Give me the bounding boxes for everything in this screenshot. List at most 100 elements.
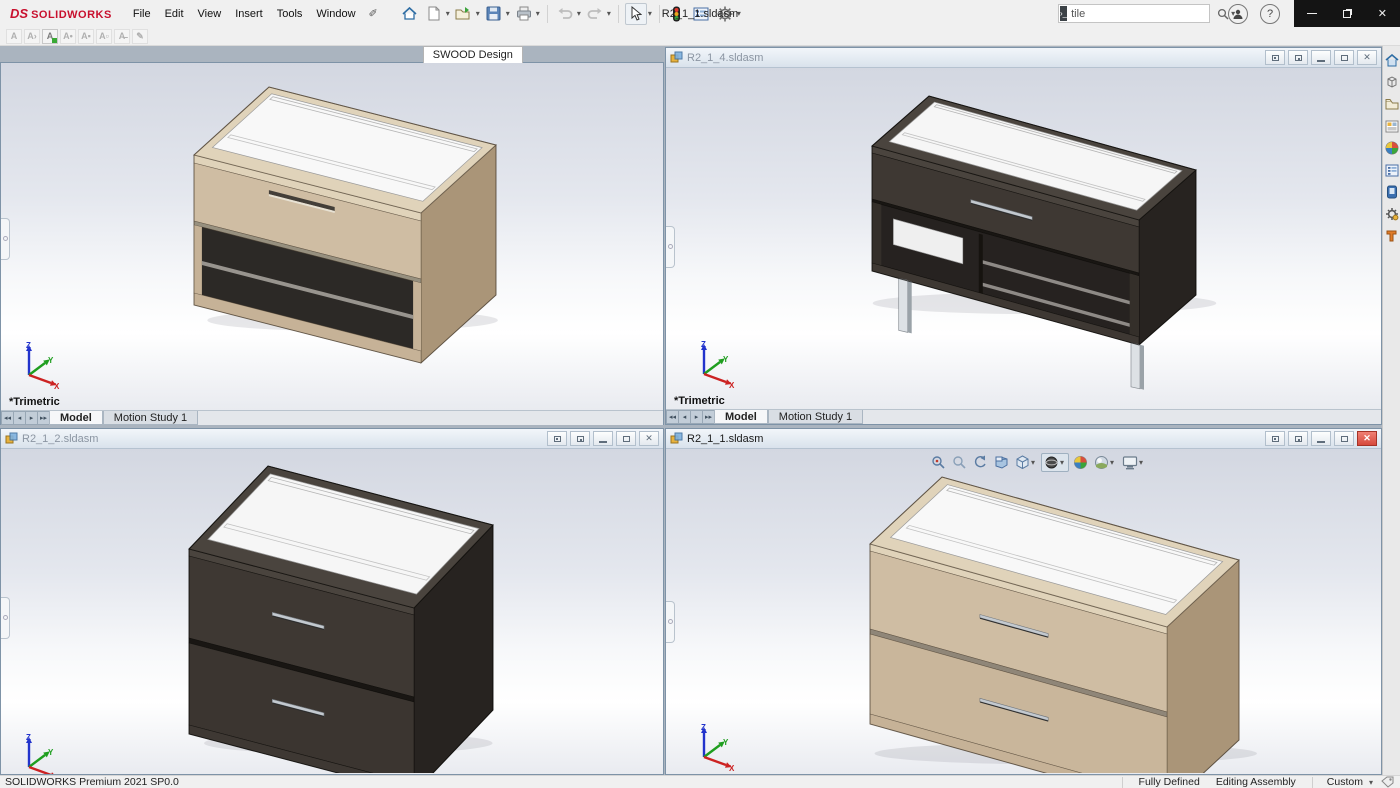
design-library-icon[interactable] [1384, 74, 1400, 90]
child-minimize-button[interactable] [1311, 431, 1331, 446]
menu-view[interactable]: View [191, 4, 229, 24]
resources-home-icon[interactable] [1384, 52, 1400, 68]
zoom-to-fit-icon[interactable] [929, 454, 948, 471]
view-settings-icon[interactable]: ▾ [1120, 454, 1147, 471]
display-style-icon[interactable]: ▾ [1041, 453, 1069, 472]
print-icon[interactable] [513, 3, 535, 25]
orientation-triad: ZYX [17, 339, 65, 389]
status-bar: SOLIDWORKS Premium 2021 SP0.0 Fully Defi… [0, 775, 1400, 788]
select-arrow-icon[interactable] [625, 3, 647, 25]
close-button[interactable]: ✕ [1365, 0, 1400, 27]
window-titlebar-r2-1-4[interactable]: R2_1_4.sldasm ✕ [666, 48, 1381, 68]
save-caret-icon[interactable]: ▾ [506, 9, 510, 18]
help-icon[interactable]: ? [1260, 4, 1280, 24]
orientation-triad: ZYX [17, 731, 65, 774]
rebuild-traffic-light-icon[interactable] [666, 3, 688, 25]
view-palette-icon[interactable] [1384, 118, 1400, 134]
display-style-caret-icon[interactable]: ▾ [1060, 458, 1064, 467]
child-restore-button[interactable] [1334, 50, 1354, 65]
feature-pane-splitter[interactable] [666, 226, 675, 268]
file-explorer-icon[interactable] [1384, 96, 1400, 112]
menu-tools[interactable]: Tools [270, 4, 310, 24]
graphics-area-top-left[interactable]: ZYX *Trimetric [1, 63, 663, 410]
view-settings-caret-icon[interactable]: ▾ [1139, 458, 1143, 467]
motion-study-tab[interactable]: Motion Study 1 [103, 411, 198, 425]
tile-button[interactable] [1288, 431, 1308, 446]
new-document-caret-icon[interactable]: ▾ [446, 9, 450, 18]
tab-swood-design[interactable]: SWOOD Design [423, 46, 523, 63]
child-close-button[interactable]: ✕ [1357, 50, 1377, 65]
newwindow-button[interactable] [1265, 50, 1285, 65]
search-command-icon: ›_ [1060, 6, 1067, 21]
feature-pane-splitter[interactable] [1, 218, 10, 260]
restore-button[interactable] [1329, 0, 1364, 27]
view-orientation-icon[interactable]: ▾ [1013, 454, 1039, 471]
viewport-window-bottom-left: R2_1_2.sldasm ✕ ZYX [0, 428, 664, 775]
newwindow-button[interactable] [547, 431, 567, 446]
apply-scene-caret-icon[interactable]: ▾ [1110, 458, 1114, 467]
view-orientation-caret-icon[interactable]: ▾ [1031, 458, 1035, 467]
apply-scene-icon[interactable]: ▾ [1092, 454, 1118, 471]
section-view-icon[interactable] [992, 454, 1011, 471]
menu-edit[interactable]: Edit [158, 4, 191, 24]
previous-view-icon[interactable] [971, 454, 990, 471]
save-icon[interactable] [483, 3, 505, 25]
newwindow-button[interactable] [1265, 431, 1285, 446]
child-restore-button[interactable] [616, 431, 636, 446]
print-caret-icon[interactable]: ▾ [536, 9, 540, 18]
child-close-button[interactable]: ✕ [639, 431, 659, 446]
open-icon[interactable] [453, 3, 475, 25]
redo-icon[interactable] [584, 3, 606, 25]
swood-settings-icon[interactable] [1384, 206, 1400, 222]
graphics-area-top-right[interactable]: ZYX *Trimetric [666, 68, 1381, 409]
select-caret-icon[interactable]: ▾ [648, 9, 652, 18]
zoom-to-area-icon[interactable] [950, 454, 969, 471]
child-minimize-button[interactable] [593, 431, 613, 446]
search-input[interactable] [1067, 8, 1217, 20]
tag-icon[interactable] [1381, 776, 1394, 788]
pin-menu-icon[interactable]: ✐ [369, 7, 378, 20]
solidworks-logo: DS SOLIDWORKS [10, 6, 112, 21]
user-account-icon[interactable] [1228, 4, 1248, 24]
assembly-doc-icon [5, 432, 18, 445]
window-title: R2_1_2.sldasm [22, 433, 98, 445]
open-caret-icon[interactable]: ▾ [476, 9, 480, 18]
swood-tools-icon[interactable] [1384, 228, 1400, 244]
toolbar-separator [659, 5, 660, 23]
options-caret-icon[interactable]: ▾ [737, 9, 741, 18]
tile-button[interactable] [570, 431, 590, 446]
custom-properties-icon[interactable] [1384, 162, 1400, 178]
motion-study-tab[interactable]: Motion Study 1 [768, 410, 863, 424]
mdi-area: ZYX *Trimetric ◂◂ ◂ ▸ ▸▸ Model Motion St… [0, 46, 1382, 775]
evaluate-list-icon[interactable] [690, 3, 712, 25]
tile-button[interactable] [1288, 50, 1308, 65]
menu-window[interactable]: Window [309, 4, 362, 24]
feature-pane-splitter[interactable] [1, 597, 10, 639]
svg-text:Y: Y [723, 355, 729, 364]
menu-insert[interactable]: Insert [228, 4, 270, 24]
hide-show-items-icon[interactable] [1071, 454, 1090, 471]
options-gear-icon[interactable] [714, 3, 736, 25]
child-close-button[interactable]: ✕ [1357, 431, 1377, 446]
child-minimize-button[interactable] [1311, 50, 1331, 65]
child-restore-button[interactable] [1334, 431, 1354, 446]
graphics-area-bottom-left[interactable]: ZYX [1, 449, 663, 774]
unit-system-caret-icon[interactable]: ▾ [1369, 778, 1373, 787]
orientation-triad: ZYX [692, 338, 740, 388]
window-titlebar-r2-1-2[interactable]: R2_1_2.sldasm ✕ [1, 429, 663, 449]
appearances-scenes-icon[interactable] [1384, 140, 1400, 156]
model-tab[interactable]: Model [49, 411, 103, 425]
home-icon[interactable] [399, 3, 421, 25]
search-box[interactable]: ›_ ▾ [1058, 4, 1210, 23]
graphics-area-bottom-right[interactable]: ▾ ▾ ▾ ▾ ZYX [666, 449, 1381, 774]
menu-file[interactable]: File [126, 4, 158, 24]
new-document-icon[interactable] [423, 3, 445, 25]
feature-pane-splitter[interactable] [666, 601, 675, 643]
window-titlebar-r2-1-1[interactable]: R2_1_1.sldasm ✕ [666, 429, 1381, 449]
unit-system-selector[interactable]: Custom [1321, 776, 1369, 788]
solidworks-forum-icon[interactable] [1384, 184, 1400, 200]
model-tab[interactable]: Model [714, 410, 768, 424]
minimize-button[interactable] [1294, 0, 1329, 27]
undo-icon[interactable] [554, 3, 576, 25]
annotation-tool-icon-3[interactable]: A [42, 29, 58, 44]
